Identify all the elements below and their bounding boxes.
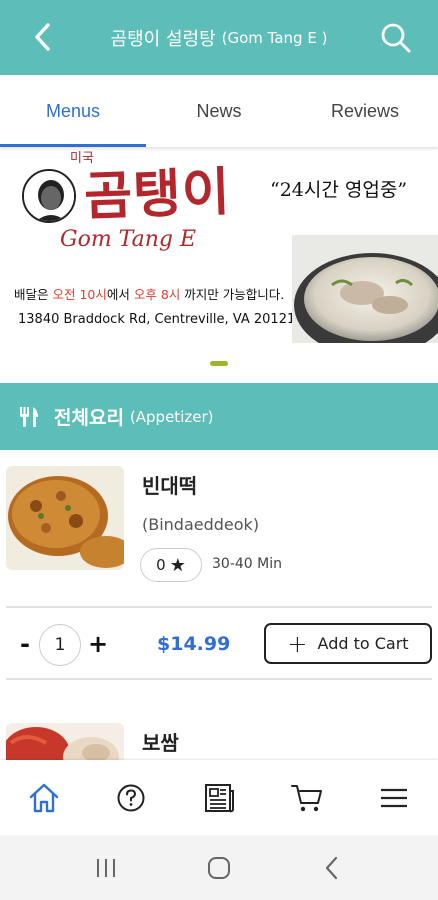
- menu-item-romanized: (Bindaeddeok): [142, 515, 260, 534]
- help-icon: [117, 784, 145, 811]
- menu-item-name: 빈대떡: [142, 474, 198, 498]
- hours-text: “24시간 영업중”: [270, 179, 408, 201]
- menu-item: 빈대떡 (Bindaeddeok) 0 ★ 30-40 Min - 1 + $1…: [0, 450, 438, 705]
- tab-reviews[interactable]: Reviews: [292, 75, 438, 147]
- cart-icon: [290, 784, 322, 811]
- promo-banner[interactable]: 미국 곰탱이 Gom Tang E “24시간 영업중” 배달은 오전 10시에…: [0, 147, 438, 343]
- add-to-cart-button[interactable]: + Add to Cart: [264, 623, 432, 664]
- menu-item-image[interactable]: [6, 466, 124, 570]
- back-icon: [325, 856, 337, 879]
- bottom-nav: [0, 760, 438, 835]
- star-icon: ★: [169, 554, 186, 576]
- brand-logo-en: Gom Tang E: [60, 227, 197, 252]
- add-to-cart-label: Add to Cart: [317, 634, 409, 653]
- divider: [6, 678, 432, 680]
- app-header: 곰탱이 설렁탕 (Gom Tang E ): [0, 0, 438, 75]
- nav-help[interactable]: [109, 776, 153, 820]
- quantity-increment-button[interactable]: +: [88, 630, 108, 658]
- rating-badge[interactable]: 0 ★: [140, 548, 202, 582]
- restaurant-name-en: (Gom Tang E ): [221, 28, 328, 47]
- menu-item-price: $14.99: [157, 633, 231, 655]
- newspaper-icon: [204, 783, 234, 812]
- utensils-icon: [20, 406, 38, 427]
- tab-bar: Menus News Reviews: [0, 75, 438, 147]
- category-subtitle: (Appetizer): [129, 407, 214, 426]
- nav-news[interactable]: [197, 776, 241, 820]
- back-button[interactable]: [26, 20, 60, 54]
- tab-news[interactable]: News: [146, 75, 292, 147]
- menu-icon: [381, 788, 408, 807]
- app-screen: 곰탱이 설렁탕 (Gom Tang E ) Menus News Reviews…: [0, 0, 438, 900]
- search-icon: [381, 23, 411, 53]
- page-title: 곰탱이 설렁탕 (Gom Tang E ): [70, 0, 368, 75]
- restaurant-address: 13840 Braddock Rd, Centreville, VA 20121: [18, 312, 296, 327]
- category-header[interactable]: 전체요리 (Appetizer): [0, 383, 438, 450]
- plus-icon: +: [287, 629, 308, 658]
- brand-logo-ko: 곰탱이: [83, 161, 232, 228]
- nav-cart[interactable]: [285, 776, 329, 820]
- delivery-notice: 배달은 오전 10시에서 오후 8시 까지만 가능합니다.: [14, 287, 285, 302]
- home-icon: [29, 783, 58, 812]
- quantity-input[interactable]: 1: [39, 624, 81, 666]
- system-nav-bar: [0, 835, 438, 900]
- nav-home[interactable]: [22, 776, 66, 820]
- divider: [6, 606, 432, 608]
- search-button[interactable]: [378, 20, 414, 56]
- system-recents-button[interactable]: [86, 848, 126, 888]
- category-title: 전체요리: [54, 407, 124, 429]
- system-home-button[interactable]: [199, 848, 239, 888]
- recents-icon: [97, 858, 116, 877]
- home-circle-icon: [207, 856, 230, 879]
- tab-menus[interactable]: Menus: [0, 75, 146, 147]
- chevron-left-icon: [35, 23, 50, 51]
- nav-menu[interactable]: [372, 776, 416, 820]
- soup-image: [292, 235, 438, 343]
- carousel-dot-active[interactable]: [210, 360, 228, 366]
- rating-value: 0: [156, 556, 166, 574]
- system-back-button[interactable]: [312, 848, 352, 888]
- prep-time: 30-40 Min: [212, 556, 282, 572]
- menu-item-name: 보쌈: [142, 731, 179, 755]
- carousel-indicator: [0, 343, 438, 383]
- restaurant-name-ko: 곰탱이 설렁탕: [110, 28, 216, 50]
- quantity-decrement-button[interactable]: -: [16, 630, 34, 658]
- owner-portrait: [22, 169, 76, 223]
